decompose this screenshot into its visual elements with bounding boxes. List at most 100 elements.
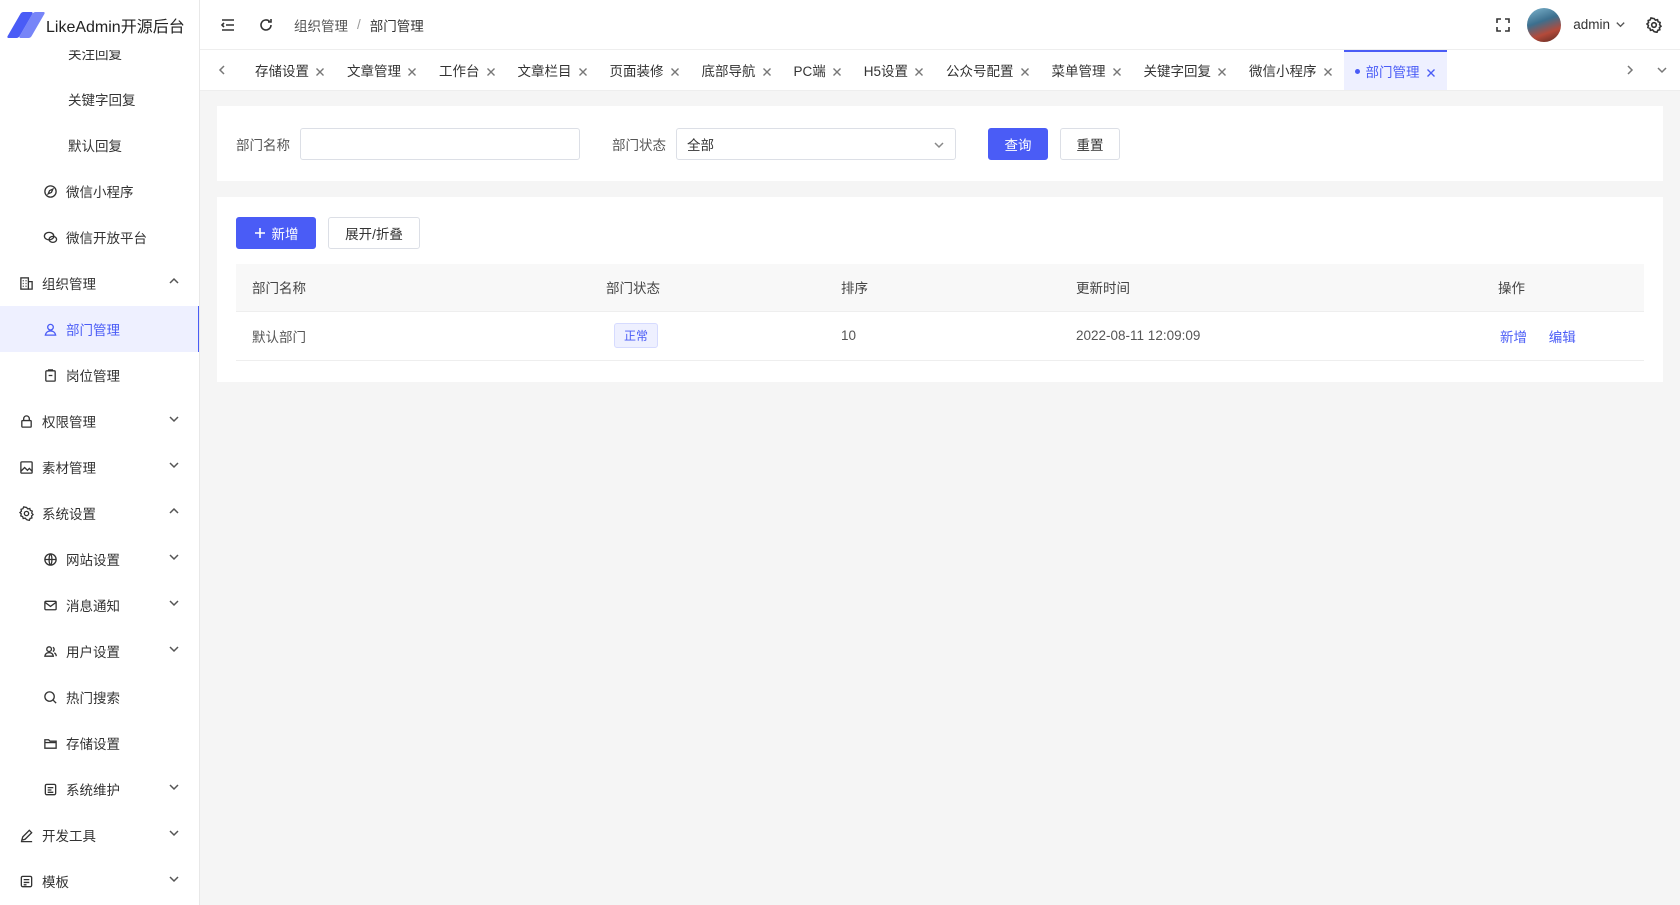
sidebar-item[interactable]: 系统设置	[0, 490, 199, 536]
tab[interactable]: 部门管理	[1343, 50, 1447, 90]
chevron-down-icon	[168, 551, 182, 565]
sidebar-item[interactable]: 权限管理	[0, 398, 199, 444]
tab[interactable]: 菜单管理	[1041, 50, 1133, 90]
close-icon[interactable]	[914, 65, 924, 76]
globe-icon	[42, 551, 58, 567]
breadcrumb: 组织管理 / 部门管理	[294, 15, 424, 35]
avatar[interactable]	[1527, 7, 1562, 42]
dept-list-card: 新增 展开/折叠 部门名称 部门状态 排序 更新时间 操作 默认部门 正常 10…	[217, 197, 1663, 382]
close-icon[interactable]	[1112, 65, 1122, 76]
user-menu[interactable]: admin	[1573, 17, 1626, 32]
close-icon[interactable]	[1217, 65, 1227, 76]
tab[interactable]: 工作台	[428, 50, 507, 90]
tab[interactable]: PC端	[783, 50, 853, 90]
sidebar-item[interactable]: 网站设置	[0, 536, 199, 582]
close-icon[interactable]	[407, 65, 417, 76]
menu-fold-icon[interactable]	[218, 15, 238, 35]
tab[interactable]: 微信小程序	[1238, 50, 1344, 90]
sidebar-item[interactable]: 存储设置	[0, 720, 199, 766]
chevron-down-icon	[168, 413, 182, 427]
tab[interactable]: 关键字回复	[1133, 50, 1239, 90]
sidebar-item-label: 热门搜索	[66, 691, 120, 706]
close-icon[interactable]	[1426, 66, 1436, 77]
close-icon[interactable]	[670, 65, 680, 76]
logo-icon	[6, 12, 46, 38]
chevron-down-icon	[168, 597, 182, 611]
close-icon[interactable]	[762, 65, 772, 76]
tab[interactable]: 文章管理	[336, 50, 428, 90]
sidebar-item[interactable]: 部门管理	[0, 306, 199, 352]
reset-button[interactable]: 重置	[1060, 127, 1120, 160]
template-icon	[18, 873, 34, 889]
sidebar-item-label: 网站设置	[66, 553, 120, 568]
expand-collapse-button[interactable]: 展开/折叠	[328, 217, 420, 249]
sidebar-item[interactable]: 开发工具	[0, 812, 199, 858]
tab-label: 公众号配置	[946, 64, 1014, 79]
tab[interactable]: 底部导航	[691, 50, 783, 90]
tabs-scroll-right[interactable]	[1616, 50, 1644, 90]
sidebar-item[interactable]: 关键字回复	[0, 76, 199, 122]
chevron-down-icon	[168, 643, 182, 657]
clipboard-icon	[42, 367, 58, 383]
sidebar-item[interactable]: 模板	[0, 858, 199, 904]
sidebar-item-label: 系统维护	[66, 783, 120, 798]
sidebar-item-label: 岗位管理	[66, 369, 120, 384]
settings-icon[interactable]	[1644, 15, 1664, 35]
chevron-down-icon	[168, 459, 182, 473]
chevron-down-icon	[168, 827, 182, 841]
row-edit-link[interactable]: 编辑	[1549, 330, 1576, 345]
sidebar-item-label: 默认回复	[68, 139, 122, 154]
logo[interactable]: LikeAdmin开源后台	[0, 0, 199, 50]
add-dept-label: 新增	[271, 227, 299, 242]
close-icon[interactable]	[1020, 65, 1030, 76]
close-icon[interactable]	[486, 65, 496, 76]
sidebar-item[interactable]: 热门搜索	[0, 674, 199, 720]
sidebar-item[interactable]: 用户设置	[0, 628, 199, 674]
tab[interactable]: 公众号配置	[935, 50, 1041, 90]
lock-icon	[18, 413, 34, 429]
search-icon	[42, 689, 58, 705]
cell-sort: 10	[825, 311, 1060, 361]
tab-label: 文章管理	[347, 64, 401, 79]
sidebar-item[interactable]: 消息通知	[0, 582, 199, 628]
user-icon	[42, 321, 58, 337]
close-icon[interactable]	[315, 65, 325, 76]
sidebar-item[interactable]: 素材管理	[0, 444, 199, 490]
sidebar-item-label: 权限管理	[42, 415, 96, 430]
chevron-down-icon	[168, 873, 182, 887]
tab[interactable]: H5设置	[853, 50, 935, 90]
tabs-more[interactable]	[1644, 50, 1680, 90]
close-icon[interactable]	[832, 65, 842, 76]
sidebar-item[interactable]: 组织管理	[0, 260, 199, 306]
col-dept-status: 部门状态	[590, 264, 825, 312]
breadcrumb-item[interactable]: 组织管理	[294, 15, 348, 35]
tab[interactable]: 文章栏目	[507, 50, 599, 90]
tab-label: H5设置	[863, 64, 909, 79]
sidebar-item[interactable]: 微信开放平台	[0, 214, 199, 260]
tab-label: PC端	[793, 64, 826, 79]
sidebar-item-label: 开发工具	[42, 829, 96, 844]
dept-status-select[interactable]: 全部	[676, 127, 956, 160]
sidebar-item[interactable]: 系统维护	[0, 766, 199, 812]
sidebar-item-label: 消息通知	[66, 599, 120, 614]
close-icon[interactable]	[1323, 65, 1333, 76]
row-add-link[interactable]: 新增	[1500, 330, 1527, 345]
refresh-icon[interactable]	[256, 15, 276, 35]
close-icon[interactable]	[578, 65, 588, 76]
sidebar-item[interactable]: 岗位管理	[0, 352, 199, 398]
tab[interactable]: 存储设置	[244, 50, 336, 90]
add-dept-button[interactable]: 新增	[236, 217, 316, 249]
tab[interactable]: 页面装修	[599, 50, 691, 90]
col-sort: 排序	[825, 264, 1060, 312]
sidebar-item[interactable]: 微信小程序	[0, 168, 199, 214]
dept-status-value: 全部	[687, 137, 714, 153]
dept-name-label: 部门名称	[236, 137, 290, 153]
tabs-scroll-left[interactable]	[200, 50, 244, 90]
breadcrumb-current: 部门管理	[369, 18, 424, 34]
dept-name-input[interactable]	[300, 127, 580, 160]
fullscreen-icon[interactable]	[1493, 15, 1513, 35]
sidebar-item[interactable]: 默认回复	[0, 122, 199, 168]
query-button[interactable]: 查询	[988, 127, 1048, 160]
chevron-down-icon	[1616, 22, 1625, 28]
gear-icon	[18, 505, 34, 521]
